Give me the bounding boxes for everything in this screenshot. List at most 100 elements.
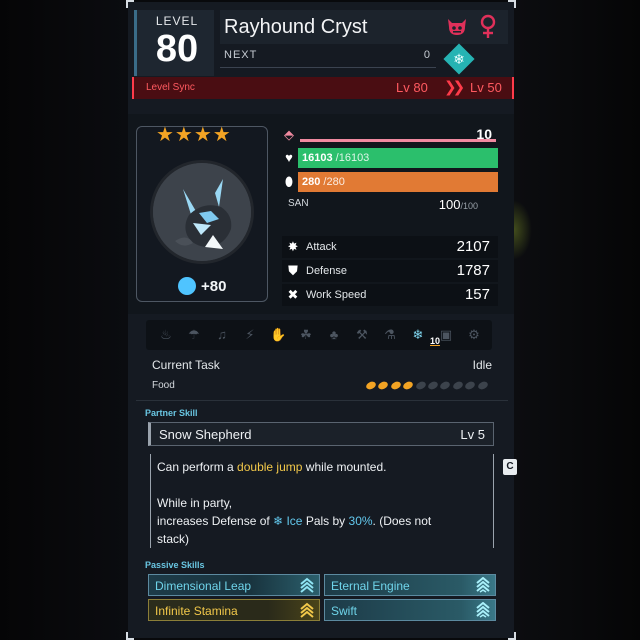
desc-text: . (Does not — [372, 514, 432, 528]
partner-skill-level: Lv 5 — [460, 427, 485, 442]
food-label: Food — [152, 380, 175, 391]
hp-max: /16103 — [335, 152, 370, 164]
food-full-icon — [389, 380, 402, 391]
level-sync-label: Level Sync — [146, 82, 195, 93]
desc-text: Pals by — [302, 514, 349, 528]
passive-skill-name: Swift — [331, 604, 358, 618]
level-sync-to: Lv 50 — [470, 80, 502, 95]
rank-up-3-gold-icon — [300, 602, 314, 618]
ice-icon: ❄ — [273, 514, 284, 528]
food-empty-icon — [426, 380, 440, 391]
corner-mark — [508, 632, 516, 640]
ice-icon: ❄ — [453, 51, 465, 67]
desc-line-2: While in party, — [157, 496, 233, 510]
trust-icon: ⬘ — [284, 127, 294, 142]
food-empty-icon — [439, 380, 452, 391]
level-box: LEVEL 80 — [134, 10, 214, 76]
work-speed-icon: ✖ — [287, 287, 299, 302]
cooling-icon[interactable]: ❄ — [410, 327, 426, 343]
food-empty-icon — [451, 380, 464, 391]
partner-skill-title: Partner Skill — [145, 408, 198, 418]
side-tab-button[interactable]: C — [503, 459, 517, 475]
next-label: NEXT — [224, 49, 258, 61]
rank-up-4-icon — [476, 577, 490, 593]
desc-line-3: increases Defense of ❄ Ice Pals by 30%. … — [157, 512, 487, 530]
desc-text: while mounted. — [302, 460, 387, 474]
food-full-icon — [377, 380, 390, 391]
corner-mark — [508, 0, 516, 8]
food-icon: ⬮ — [284, 174, 294, 189]
san-row: SAN 100/100 — [286, 194, 498, 216]
partner-skill-name: Snow Shepherd — [159, 427, 252, 442]
passive-skill-eternal-engine[interactable]: Eternal Engine — [324, 574, 496, 596]
pal-portrait — [150, 160, 254, 264]
rank-stars: ★★★★ — [156, 124, 232, 146]
boss-icon — [448, 19, 466, 35]
watering-icon[interactable]: ☂ — [186, 327, 202, 343]
current-task-value: Idle — [472, 358, 492, 372]
mining-icon[interactable]: ⚒ — [354, 327, 370, 343]
lumbering-icon[interactable]: ♣ — [326, 327, 342, 343]
gathering-icon[interactable]: ☘ — [298, 327, 314, 343]
food-empty-icon — [476, 380, 489, 391]
passive-skill-name: Eternal Engine — [331, 579, 410, 593]
next-value: 0 — [423, 49, 430, 61]
rank-up-4-icon — [476, 602, 490, 618]
female-icon — [480, 14, 496, 38]
stomach-text: 280 /280 — [302, 176, 345, 188]
food-row: Food — [148, 378, 494, 396]
hp-text: 16103 /16103 — [302, 152, 369, 164]
food-empty-icon — [464, 380, 477, 391]
food-full-icon — [364, 380, 378, 391]
handiwork-icon[interactable]: ✋ — [270, 327, 286, 343]
desc-highlight: 30% — [348, 514, 373, 528]
passive-skill-name: Dimensional Leap — [155, 579, 252, 593]
desc-line-4: stack) — [157, 532, 190, 546]
farming-icon[interactable]: ⚙ — [466, 327, 482, 343]
shield-icon: ⛊ — [288, 263, 298, 278]
desc-text: increases Defense of — [157, 514, 274, 528]
hp-value: 16103 — [302, 152, 333, 164]
planting-icon[interactable]: ♫ — [214, 327, 230, 343]
san-value-group: 100/100 — [439, 197, 478, 212]
medicine-icon[interactable]: ⚗ — [382, 327, 398, 343]
san-value: 100 — [438, 197, 461, 212]
corner-mark — [126, 632, 134, 640]
hp-bar: 16103 /16103 — [298, 148, 498, 168]
desc-highlight: double jump — [237, 460, 303, 474]
passive-skill-name: Infinite Stamina — [155, 604, 238, 618]
work-speed-label: Work Speed — [306, 289, 367, 301]
attack-value: 2107 — [456, 238, 490, 255]
partner-skill-header[interactable]: Snow Shepherd Lv 5 — [148, 422, 494, 446]
generating-icon[interactable]: ⚡ — [242, 327, 258, 343]
defense-row: ⛊ Defense 1787 — [282, 260, 498, 282]
ice-element-badge: ❄ — [443, 43, 475, 75]
transporting-icon[interactable]: ▣ — [438, 327, 454, 343]
stomach-bar: 280 /280 — [298, 172, 498, 192]
kindling-icon[interactable]: ♨ — [158, 327, 174, 343]
level-value: 80 — [155, 28, 199, 70]
food-full-icon — [402, 380, 415, 391]
soul-icon — [178, 277, 196, 295]
souls-value: +80 — [201, 278, 227, 295]
partner-skill-description: Can perform a double jump while mounted.… — [150, 454, 494, 548]
passive-skill-dimensional-leap[interactable]: Dimensional Leap — [148, 574, 320, 596]
desc-line-1: Can perform a double jump while mounted. — [157, 458, 487, 476]
double-chevron-right-icon: ❯❯ — [444, 79, 465, 96]
desc-highlight: Ice — [286, 514, 303, 528]
passive-skill-swift[interactable]: Swift — [324, 599, 496, 621]
passive-skill-infinite-stamina[interactable]: Infinite Stamina — [148, 599, 320, 621]
attack-icon: ✸ — [287, 239, 299, 254]
rank-up-3-icon — [300, 577, 314, 593]
work-speed-row: ✖ Work Speed 157 — [282, 284, 498, 306]
attack-label: Attack — [306, 241, 337, 253]
corner-mark — [126, 0, 134, 8]
defense-value: 1787 — [456, 262, 490, 279]
level-sync-bar: Level Sync Lv 80 ❯❯ Lv 50 — [132, 77, 514, 99]
defense-label: Defense — [306, 265, 347, 277]
pal-name: Rayhound Cryst — [224, 16, 368, 38]
level-label: LEVEL — [155, 14, 199, 28]
pal-name-box[interactable]: Rayhound Cryst — [220, 10, 508, 44]
heart-icon: ♥ — [285, 150, 293, 165]
work-suitability-row: ♨ ☂ ♫ ⚡ ✋ ☘ ♣ ⚒ ⚗ ❄ 10 ▣ ⚙ — [146, 320, 492, 350]
